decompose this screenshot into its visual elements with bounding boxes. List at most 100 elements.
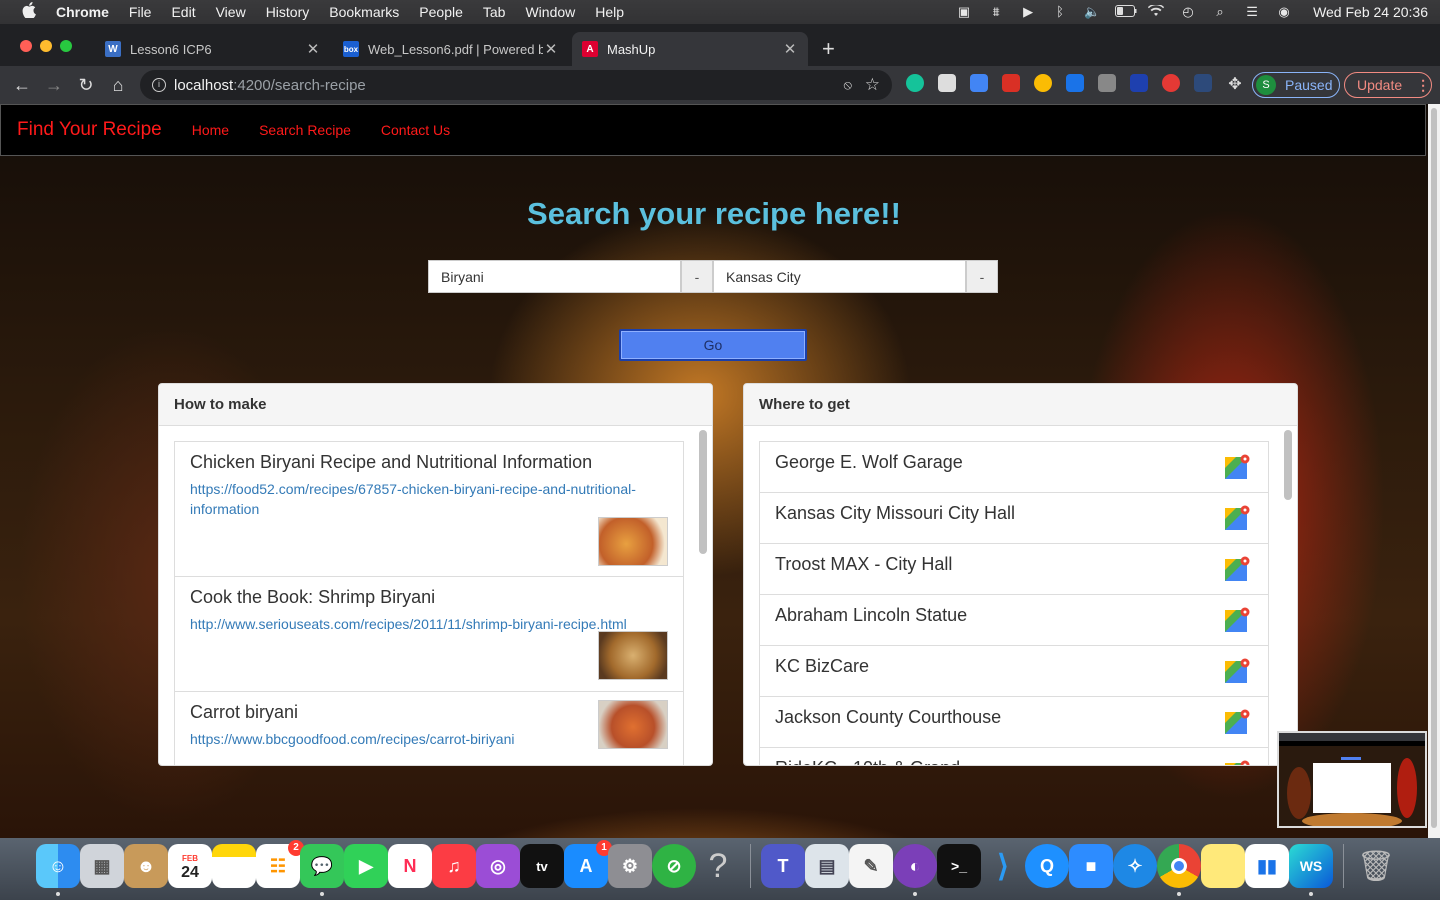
google-maps-icon[interactable] <box>1224 556 1250 582</box>
menu-bookmarks[interactable]: Bookmarks <box>329 4 399 20</box>
page-scrollbar[interactable] <box>1428 104 1440 838</box>
window-extension-icon[interactable] <box>938 74 956 92</box>
nav-contact-us[interactable]: Contact Us <box>381 122 450 138</box>
place-item[interactable]: Jackson County Courthouse <box>759 696 1269 747</box>
calendar-icon[interactable]: FEB 24 <box>168 844 212 888</box>
grey-extension-icon[interactable] <box>1098 74 1116 92</box>
google-maps-icon[interactable] <box>1224 760 1250 765</box>
system-preferences-icon[interactable]: ⚙ <box>608 844 652 888</box>
google-maps-icon[interactable] <box>1224 607 1250 633</box>
malwarebytes-icon[interactable]: ⩩ <box>987 5 1005 19</box>
blue-extension-icon[interactable] <box>1130 74 1148 92</box>
location-input[interactable]: Kansas City <box>713 260 966 293</box>
stickies-icon[interactable] <box>1201 844 1245 888</box>
site-brand[interactable]: Find Your Recipe <box>17 119 162 141</box>
trash-icon[interactable]: 🗑 <box>1354 844 1398 888</box>
menu-edit[interactable]: Edit <box>171 4 195 20</box>
google-maps-icon[interactable] <box>1224 709 1250 735</box>
recipe-list[interactable]: Chicken Biryani Recipe and Nutritional I… <box>159 426 712 765</box>
menu-view[interactable]: View <box>216 4 246 20</box>
reload-icon[interactable]: ↻ <box>70 75 102 96</box>
close-tab-icon[interactable]: ✕ <box>782 40 798 58</box>
google-maps-icon[interactable] <box>1224 454 1250 480</box>
chrome-icon[interactable] <box>1157 844 1201 888</box>
recipe-link[interactable]: https://www.bbcgoodfood.com/recipes/carr… <box>190 729 668 749</box>
pdf-extension-icon[interactable] <box>1002 74 1020 92</box>
google-maps-icon[interactable] <box>1224 505 1250 531</box>
blocked-content-icon[interactable]: ⦸ <box>844 77 852 93</box>
new-tab-icon[interactable]: + <box>822 36 835 62</box>
recipe-input[interactable]: Biryani <box>428 260 681 293</box>
panel-scrollbar[interactable] <box>1284 430 1292 760</box>
apple-tv-icon[interactable]: tv <box>520 844 564 888</box>
menu-window[interactable]: Window <box>525 4 575 20</box>
teams-icon[interactable]: T <box>761 844 805 888</box>
messages-icon[interactable]: 💬 <box>300 844 344 888</box>
webstorm-icon[interactable]: WS <box>1289 844 1333 888</box>
place-item[interactable]: Kansas City Missouri City Hall <box>759 492 1269 543</box>
recipe-link[interactable]: http://www.seriouseats.com/recipes/2011/… <box>190 614 668 634</box>
menu-people[interactable]: People <box>419 4 463 20</box>
menu-help[interactable]: Help <box>595 4 624 20</box>
launchpad-icon[interactable]: ▦ <box>80 844 124 888</box>
translate-extension-icon[interactable] <box>970 74 988 92</box>
github-desktop-icon[interactable]: ◐ <box>893 844 937 888</box>
extensions-puzzle-icon[interactable]: ✥ <box>1226 74 1244 93</box>
app-store-icon[interactable]: A1 <box>564 840 612 888</box>
close-window-button[interactable] <box>20 40 32 52</box>
place-item[interactable]: KC BizCare <box>759 645 1269 696</box>
tab-mashup[interactable]: A MashUp ✕ <box>572 32 808 66</box>
minimize-window-button[interactable] <box>40 40 52 52</box>
nav-search-recipe[interactable]: Search Recipe <box>259 122 351 138</box>
go-button[interactable]: Go <box>619 329 807 361</box>
terminal-icon[interactable]: >_ <box>937 844 981 888</box>
panel-scrollbar[interactable] <box>699 430 707 760</box>
zoom-window-button[interactable] <box>60 40 72 52</box>
profile-paused-button[interactable]: S Paused <box>1252 72 1340 98</box>
menu-history[interactable]: History <box>266 4 310 20</box>
cleaner-app-icon[interactable]: ⊘ <box>652 844 696 888</box>
control-center-icon[interactable]: ☰ <box>1243 5 1261 19</box>
place-item[interactable]: Abraham Lincoln Statue <box>759 594 1269 645</box>
preview-icon[interactable]: ▤ <box>805 844 849 888</box>
bluetooth-icon[interactable]: ᛒ <box>1051 5 1069 19</box>
textedit-icon[interactable]: ✎ <box>849 844 893 888</box>
colorful-extension-icon[interactable] <box>1034 74 1052 92</box>
screenshot-thumbnail[interactable] <box>1277 731 1427 828</box>
bookmark-star-icon[interactable]: ☆ <box>865 75 880 95</box>
news-icon[interactable]: N <box>388 844 432 888</box>
notes-icon[interactable] <box>212 844 256 888</box>
zoom-icon[interactable]: ■ <box>1069 844 1113 888</box>
place-item[interactable]: RideKC - 10th & Grand <box>759 747 1269 765</box>
home-icon[interactable]: ⌂ <box>102 75 134 96</box>
chrome-update-button[interactable]: Update ⋮ <box>1344 72 1432 98</box>
nav-home[interactable]: Home <box>192 122 229 138</box>
finder-icon[interactable]: ☺ <box>36 844 80 888</box>
quicktime-icon[interactable]: Q <box>1025 844 1069 888</box>
tab-lesson6-icp6[interactable]: W Lesson6 ICP6 ✕ <box>95 32 331 66</box>
siri-icon[interactable]: ◉ <box>1275 5 1293 19</box>
address-bar[interactable]: i localhost :4200/search-recipe ⦸ ☆ <box>140 70 892 100</box>
place-item[interactable]: Troost MAX - City Hall <box>759 543 1269 594</box>
reminders-icon[interactable]: ☷ 2 <box>256 840 304 888</box>
time-machine-icon[interactable]: ◴ <box>1179 5 1197 19</box>
help-question-icon[interactable]: ? <box>696 844 740 888</box>
play-icon[interactable]: ▶ <box>1019 5 1037 19</box>
volume-icon[interactable]: 🔈 <box>1083 5 1101 19</box>
grammarly-extension-icon[interactable] <box>906 74 924 92</box>
wifi-icon[interactable] <box>1147 3 1165 19</box>
place-list[interactable]: George E. Wolf Garage Kansas City Missou… <box>744 426 1297 765</box>
close-tab-icon[interactable]: ✕ <box>305 40 321 58</box>
safari-icon[interactable]: ✧ <box>1113 844 1157 888</box>
apple-icon[interactable] <box>20 2 38 22</box>
music-icon[interactable]: ♫ <box>432 844 476 888</box>
forward-arrow-icon[interactable]: → <box>38 75 70 96</box>
place-item[interactable]: George E. Wolf Garage <box>759 441 1269 492</box>
battery-icon[interactable] <box>1115 5 1137 19</box>
numbers-icon[interactable]: ▮▮ <box>1245 844 1289 888</box>
menu-file[interactable]: File <box>129 4 152 20</box>
site-info-icon[interactable]: i <box>152 78 166 92</box>
google-maps-icon[interactable] <box>1224 658 1250 684</box>
tab-web-lesson6-pdf[interactable]: box Web_Lesson6.pdf | Powered by Box ✕ <box>333 32 569 66</box>
menubar-clock[interactable]: Wed Feb 24 20:36 <box>1313 4 1428 20</box>
